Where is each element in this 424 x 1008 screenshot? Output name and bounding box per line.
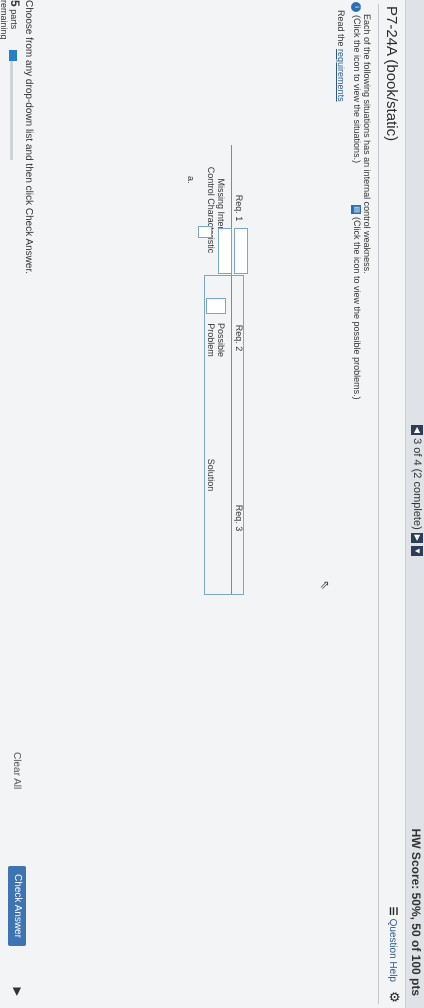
solution-text-area-a[interactable] — [204, 275, 244, 595]
progress-track — [10, 50, 13, 160]
page-title: P7-24A (book/static) — [383, 6, 400, 142]
next-question-icon[interactable]: ▶ — [410, 532, 423, 543]
info-icon[interactable]: i — [351, 2, 362, 12]
parts-label: parts — [9, 9, 19, 30]
missing-control-select-a[interactable] — [234, 228, 248, 274]
problems-note: (Click the icon to view the possible pro… — [352, 217, 362, 400]
parts-count: 5 — [8, 0, 22, 7]
question-help-button[interactable]: ☰ Question Help — [387, 907, 398, 982]
footer-hint: Choose from any drop-down list and then … — [23, 0, 34, 275]
question-list-icon[interactable]: ▼ — [410, 545, 423, 556]
read-the-label: Read the — [336, 10, 346, 47]
progress-fill — [9, 50, 17, 61]
next-arrow-icon[interactable]: ▶ — [11, 988, 24, 996]
title-divider — [378, 4, 379, 1004]
missing-control-select-a-2[interactable] — [218, 228, 232, 274]
parts-remaining: 5 parts remaining — [0, 0, 22, 40]
check-answer-button[interactable]: Check Answer — [8, 866, 26, 946]
homework-window: ◀ 3 of 4 (2 complete) ▶ ▼ HW Score: 50%,… — [0, 0, 424, 1008]
mouse-cursor-icon: ⇖ — [318, 580, 332, 591]
hw-score: HW Score: 50%, 50 of 100 pts — [409, 828, 423, 996]
previous-question-icon[interactable]: ◀ — [410, 425, 423, 435]
gear-icon[interactable]: ⚙ — [387, 990, 402, 1004]
row-label: a. — [186, 176, 196, 184]
requirements-link[interactable]: requirements — [336, 49, 346, 102]
document-icon[interactable]: ▤ — [351, 205, 362, 214]
list-icon: ☰ — [387, 906, 398, 916]
top-status-bar: ◀ 3 of 4 (2 complete) ▶ ▼ HW Score: 50%,… — [405, 0, 424, 1008]
question-navigator[interactable]: ◀ 3 of 4 (2 complete) ▶ ▼ — [410, 425, 423, 556]
dropdown-handle[interactable] — [198, 226, 212, 238]
question-help-label: Question Help — [387, 918, 398, 982]
column-header-line: Control Characteristic — [206, 166, 216, 254]
situations-link[interactable]: i (Click the icon to view the situations.… — [351, 2, 362, 163]
situations-note: (Click the icon to view the situations.) — [352, 15, 362, 164]
remaining-label: remaining — [0, 0, 9, 40]
question-position: 3 of 4 (2 complete) — [411, 438, 423, 530]
instructions-text: Each of the following situations has an … — [362, 14, 372, 274]
problems-link[interactable]: ▤ (Click the icon to view the possible pr… — [351, 205, 362, 400]
clear-all-button[interactable]: Clear All — [11, 752, 22, 789]
requirements-line: Read the requirements — [336, 10, 346, 102]
